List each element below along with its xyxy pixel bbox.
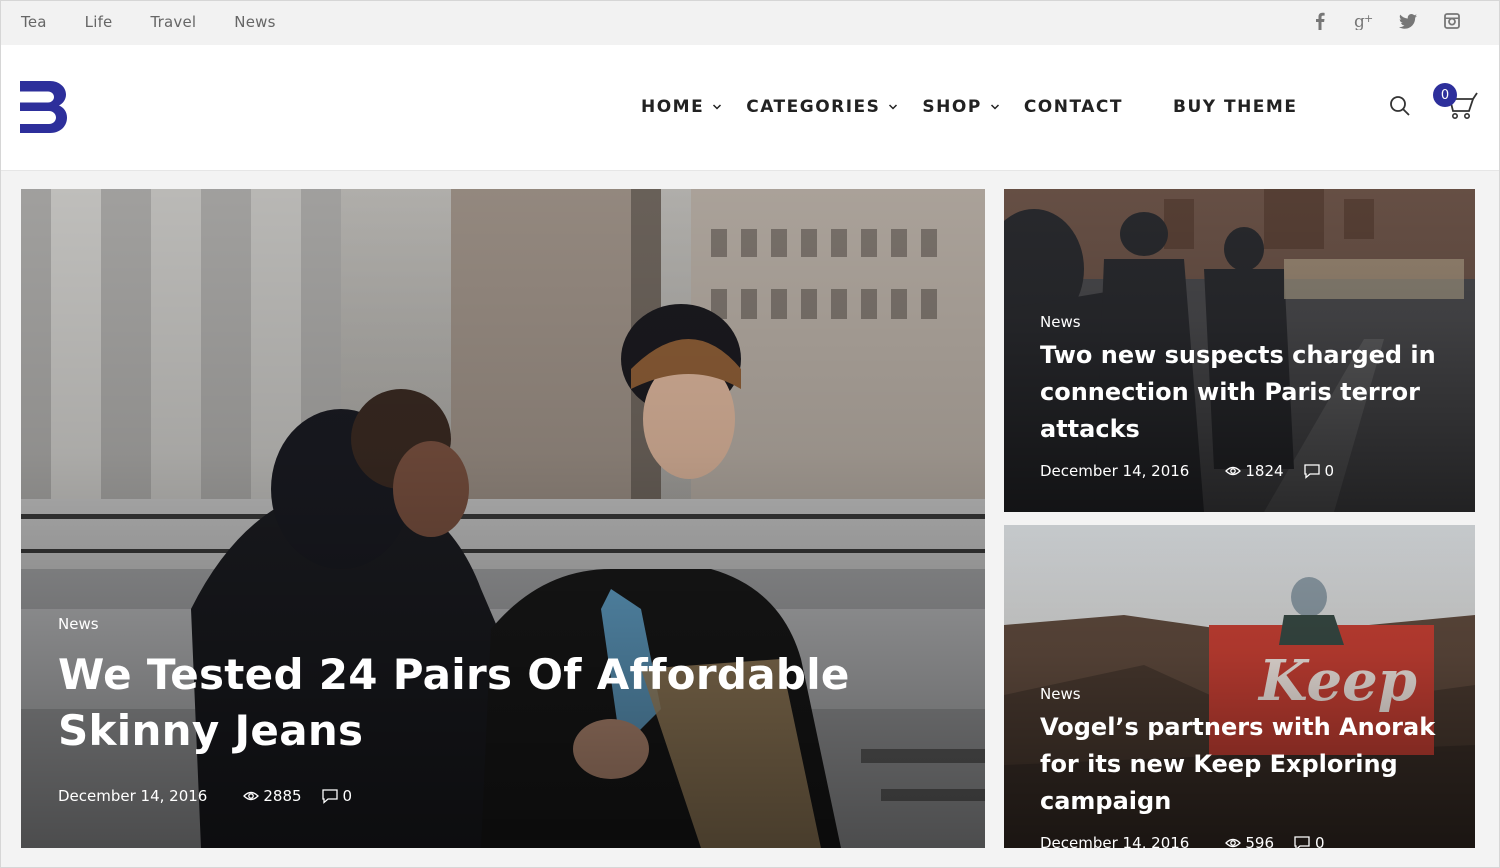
google-plus-icon[interactable]: g + (1353, 10, 1375, 32)
nav-buy-theme[interactable]: BUY THEME (1173, 97, 1297, 117)
svg-text:+: + (1364, 12, 1373, 25)
comment-icon (321, 788, 338, 804)
post-comments[interactable]: 0 (1294, 834, 1325, 848)
twitter-icon[interactable] (1397, 10, 1419, 32)
comment-icon (1294, 835, 1310, 848)
featured-post-content: News We Tested 24 Pairs Of Affordable Sk… (58, 615, 978, 805)
post-comments[interactable]: 0 (1303, 462, 1335, 480)
chevron-down-icon (888, 102, 898, 112)
top-link-tea[interactable]: Tea (21, 13, 47, 31)
top-link-life[interactable]: Life (85, 13, 113, 31)
site-logo[interactable] (20, 81, 68, 137)
nav-categories[interactable]: CATEGORIES (746, 97, 898, 117)
post-comments[interactable]: 0 (321, 787, 353, 805)
side-post-content: News Two new suspects charged in connect… (1040, 313, 1460, 480)
top-link-news[interactable]: News (234, 13, 275, 31)
side-post-title[interactable]: Vogel’s partners with Anorak for its new… (1040, 709, 1460, 820)
social-links: g + (1309, 10, 1463, 32)
chevron-down-icon (990, 102, 1000, 112)
side-post-card[interactable]: Keep News Vogel’s partners with Anorak f… (1004, 525, 1475, 848)
post-date: December 14, 2016 (1040, 834, 1190, 848)
post-views-count: 2885 (263, 787, 302, 805)
nav-categories-label: CATEGORIES (746, 97, 881, 117)
search-icon[interactable] (1388, 94, 1412, 118)
post-views: 596 (1225, 834, 1274, 848)
post-views-count: 596 (1245, 834, 1274, 848)
top-link-travel[interactable]: Travel (150, 13, 196, 31)
featured-post-title[interactable]: We Tested 24 Pairs Of Affordable Skinny … (58, 647, 978, 759)
post-views: 1824 (1225, 462, 1284, 480)
top-bar: Tea Life Travel News g + (1, 1, 1499, 45)
side-post-content: News Vogel’s partners with Anorak for it… (1040, 685, 1460, 848)
nav-home[interactable]: HOME (641, 97, 722, 117)
nav-shop-label: SHOP (922, 97, 982, 117)
instagram-icon[interactable] (1441, 10, 1463, 32)
post-views: 2885 (243, 787, 302, 805)
facebook-icon[interactable] (1309, 10, 1331, 32)
featured-post-card[interactable]: News We Tested 24 Pairs Of Affordable Sk… (21, 189, 985, 848)
post-comments-count: 0 (1324, 462, 1335, 480)
cart-count-badge: 0 (1433, 83, 1457, 107)
side-post-meta: December 14, 2016 1824 0 (1040, 462, 1460, 480)
featured-post-meta: December 14, 2016 2885 0 (58, 787, 978, 805)
nav-buy-theme-label: BUY THEME (1172, 97, 1298, 117)
post-date: December 14, 2016 (1040, 462, 1190, 480)
chevron-down-icon (712, 102, 722, 112)
post-date: December 14, 2016 (58, 787, 208, 805)
side-post-category[interactable]: News (1040, 313, 1460, 331)
side-post-category[interactable]: News (1040, 685, 1460, 703)
featured-post-category[interactable]: News (58, 615, 978, 633)
nav-contact-label: CONTACT (1023, 97, 1123, 117)
nav-shop[interactable]: SHOP (922, 97, 999, 117)
eye-icon (1225, 466, 1242, 476)
side-post-card[interactable]: News Two new suspects charged in connect… (1004, 189, 1475, 512)
top-category-nav: Tea Life Travel News (21, 13, 276, 31)
comment-icon (1303, 463, 1320, 479)
side-post-title[interactable]: Two new suspects charged in connection w… (1040, 337, 1460, 448)
nav-contact[interactable]: CONTACT (1024, 97, 1123, 117)
site-header: HOME CATEGORIES SHOP CONTACT BUY THEME (1, 45, 1499, 171)
eye-icon (243, 791, 260, 801)
post-comments-count: 0 (342, 787, 353, 805)
post-views-count: 1824 (1245, 462, 1284, 480)
main-nav: HOME CATEGORIES SHOP CONTACT BUY THEME (641, 97, 1321, 117)
nav-home-label: HOME (641, 97, 705, 117)
side-post-meta: December 14, 2016 596 0 (1040, 834, 1460, 848)
post-comments-count: 0 (1315, 834, 1325, 848)
eye-icon (1225, 838, 1242, 848)
